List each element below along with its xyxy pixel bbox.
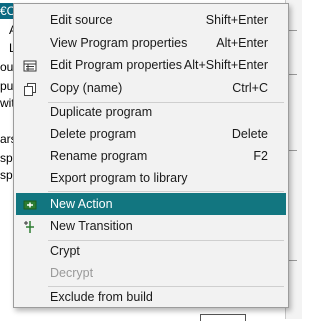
menu-item-edit-program-properties[interactable]: Edit Program properties Alt+Shift+Enter (16, 54, 286, 76)
tree-item[interactable]: pu (0, 79, 13, 93)
gutter-mark (289, 74, 297, 75)
menu-item-shortcut: Delete (231, 127, 268, 141)
menu-item-label: Rename program (50, 149, 148, 163)
menu-item-delete-program[interactable]: Delete program Delete (16, 123, 286, 145)
menu-item-label: Delete program (50, 127, 137, 141)
new-action-icon (23, 197, 37, 211)
menu-item-view-program-properties[interactable]: View Program properties Alt+Enter (16, 32, 286, 54)
menu-item-crypt[interactable]: Crypt (16, 240, 286, 262)
gutter-mark (289, 150, 297, 151)
context-menu: Edit source Shift+Enter View Program pro… (13, 3, 289, 308)
menu-item-label: Edit source (50, 13, 113, 27)
menu-item-shortcut: F2 (253, 149, 268, 163)
menu-item-new-transition[interactable]: New Transition (16, 215, 286, 237)
menu-item-shortcut: Ctrl+C (232, 81, 268, 95)
menu-item-label: View Program properties (50, 36, 188, 50)
menu-item-label: Copy (name) (50, 81, 123, 95)
menu-item-shortcut: Alt+Shift+Enter (183, 58, 268, 72)
menu-item-exclude-from-build[interactable]: Exclude from build (16, 286, 286, 308)
menu-item-label: Crypt (50, 244, 80, 258)
copy-icon (23, 81, 37, 96)
menu-item-label: Decrypt (50, 266, 94, 280)
menu-item-label: New Action (50, 197, 113, 211)
menu-item-rename-program[interactable]: Rename program F2 (16, 145, 286, 167)
gutter-mark (289, 30, 297, 31)
menu-item-decrypt: Decrypt (16, 262, 286, 284)
background-box (200, 314, 246, 321)
menu-separator (48, 191, 284, 192)
gutter-mark (289, 260, 297, 261)
menu-item-label: Export program to library (50, 171, 188, 185)
menu-item-label: Duplicate program (50, 105, 153, 119)
properties-grid-icon (23, 58, 37, 72)
tree-item[interactable]: ou (0, 60, 13, 74)
menu-item-label: Edit Program properties (50, 58, 183, 72)
menu-item-export-program[interactable]: Export program to library (16, 167, 286, 189)
menu-item-duplicate-program[interactable]: Duplicate program (16, 101, 286, 123)
menu-item-shortcut: Shift+Enter (205, 13, 268, 27)
menu-item-label: Exclude from build (50, 290, 153, 304)
menu-item-edit-source[interactable]: Edit source Shift+Enter (16, 9, 286, 31)
new-transition-icon (23, 219, 37, 233)
menu-item-label: New Transition (50, 219, 133, 233)
menu-item-copy-name[interactable]: Copy (name) Ctrl+C (16, 77, 286, 99)
menu-item-shortcut: Alt+Enter (216, 36, 268, 50)
menu-item-new-action[interactable]: New Action (16, 193, 286, 215)
